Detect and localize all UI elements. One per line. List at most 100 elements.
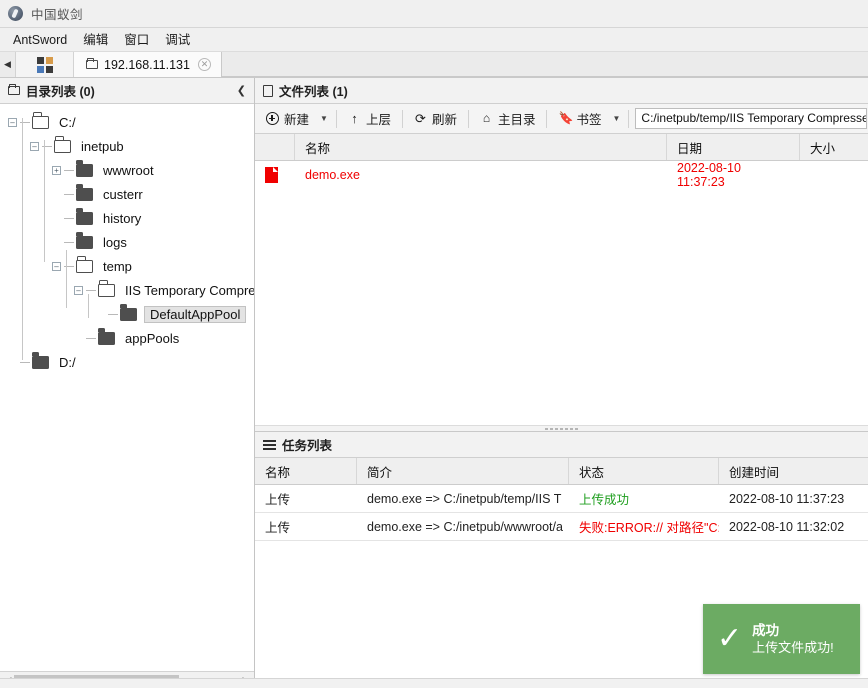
task-col-created[interactable]: 创建时间	[719, 458, 868, 484]
tree-node[interactable]: – IIS Temporary Compressed	[0, 278, 254, 302]
chevron-left-icon[interactable]: ❮	[237, 84, 246, 97]
tree-connector	[44, 140, 45, 262]
file-col-icon[interactable]	[255, 134, 295, 160]
folder-icon	[86, 57, 98, 69]
tree-node-label: appPools	[125, 330, 180, 346]
panel-splitter[interactable]	[255, 425, 868, 432]
task-list-column-headers: 名称 简介 状态 创建时间	[255, 458, 868, 485]
task-status-cell: 失败:ERROR:// 对路径"C:	[579, 521, 719, 535]
arrow-up-icon: ↑	[351, 111, 358, 126]
table-row[interactable]: 上传 demo.exe => C:/inetpub/wwwroot/a 失败:ERR…	[255, 513, 868, 541]
tree-connector	[64, 193, 74, 195]
task-col-summary[interactable]: 简介	[357, 458, 569, 484]
task-col-status[interactable]: 状态	[569, 458, 719, 484]
collapse-icon[interactable]: –	[52, 261, 61, 271]
file-list-rows[interactable]: demo.exe 2022-08-10 11:37:23	[255, 161, 868, 425]
tree-toggle-placeholder	[52, 190, 61, 199]
tree-node-label: D:/	[59, 354, 76, 370]
task-created-cell: 2022-08-10 11:32:02	[729, 519, 845, 534]
tree-node[interactable]: D:/	[0, 350, 254, 374]
path-input[interactable]: C:/inetpub/temp/IIS Temporary Compressed	[635, 108, 867, 129]
menu-item-window[interactable]: 窗口	[116, 30, 157, 50]
tree-node[interactable]: – inetpub	[0, 134, 254, 158]
tab-bar-empty-area	[221, 52, 868, 77]
close-icon[interactable]: ✕	[197, 58, 211, 71]
task-list-header: 任务列表	[255, 432, 868, 458]
tree-node-label: history	[103, 210, 142, 226]
toolbar-divider	[628, 109, 630, 128]
folder-icon	[8, 83, 20, 95]
new-dropdown-caret-icon[interactable]: ▼	[318, 107, 334, 131]
tab-192-168-11-131[interactable]: 192.168.11.131 ✕	[74, 52, 222, 77]
right-pane: 文件列表 (1) 新建 ▼ ↑ 上层 ⟳ 刷新 ⌂ 主目录 🔖 书签 ▼ C:/…	[255, 78, 868, 688]
toast-message: 上传文件成功!	[752, 640, 834, 655]
folder-icon	[120, 303, 137, 321]
tree-node[interactable]: – temp	[0, 254, 254, 278]
menu-item-debug[interactable]: 调试	[157, 30, 198, 50]
directory-tree-title: 目录列表 (0)	[26, 85, 95, 99]
task-name-cell: 上传	[265, 493, 291, 507]
file-col-size[interactable]: 大小	[800, 134, 868, 160]
tree-node[interactable]: logs	[0, 230, 254, 254]
toolbar-divider	[335, 109, 337, 128]
collapse-icon[interactable]: –	[74, 285, 83, 295]
menu-item-antsword[interactable]: AntSword	[5, 30, 75, 50]
directory-tree-body[interactable]: – C:/ – inetpub + wwwroot custerr history logs – t…	[0, 104, 254, 671]
home-button-label: 主目录	[497, 113, 536, 127]
tree-node-label: IIS Temporary Compressed	[125, 282, 254, 298]
bookmark-dropdown-caret-icon[interactable]: ▼	[611, 107, 627, 131]
tree-toggle-placeholder	[96, 310, 105, 319]
grid-view-icon[interactable]	[16, 52, 74, 77]
tab-bar: ◀ 192.168.11.131 ✕	[0, 52, 868, 78]
tree-node[interactable]: – C:/	[0, 110, 254, 134]
exe-file-icon	[265, 167, 278, 183]
collapse-icon[interactable]: –	[8, 117, 17, 127]
file-date-cell: 2022-08-10 11:37:23	[677, 161, 741, 189]
table-row[interactable]: 上传 demo.exe => C:/inetpub/temp/IIS T 上传成功 2…	[255, 485, 868, 513]
tab-scroll-left-button[interactable]: ◀	[0, 52, 16, 77]
folder-open-icon	[32, 112, 49, 129]
folder-icon	[98, 327, 115, 345]
task-col-name[interactable]: 名称	[255, 458, 357, 484]
tree-node[interactable]: + wwwroot	[0, 158, 254, 182]
refresh-button[interactable]: ⟳ 刷新	[405, 107, 466, 131]
tree-node[interactable]: DefaultAppPool	[0, 302, 254, 326]
directory-tree-header: 目录列表 (0) ❮	[0, 78, 254, 104]
task-list-title: 任务列表	[282, 439, 333, 453]
expand-icon[interactable]: +	[52, 165, 61, 175]
toolbar-divider	[546, 109, 548, 128]
folder-open-icon	[54, 136, 71, 153]
file-col-name[interactable]: 名称	[295, 134, 667, 160]
task-list-icon	[263, 439, 276, 450]
success-toast[interactable]: ✓ 成功 上传文件成功!	[703, 604, 860, 674]
menu-item-edit[interactable]: 编辑	[75, 30, 116, 50]
menu-bar: AntSword 编辑 窗口 调试	[0, 28, 868, 52]
window-title: 中国蚁剑	[31, 8, 84, 22]
tree-connector	[64, 217, 74, 219]
bookmark-button-label: 书签	[576, 113, 602, 127]
collapse-icon[interactable]: –	[30, 141, 39, 151]
file-list-title: 文件列表 (1)	[279, 85, 348, 99]
up-button[interactable]: ↑ 上层	[339, 107, 400, 131]
file-size-cell	[800, 161, 868, 189]
folder-icon	[76, 159, 93, 177]
table-row[interactable]: demo.exe 2022-08-10 11:37:23	[255, 161, 868, 189]
tree-node-label: inetpub	[81, 138, 124, 154]
tree-connector	[86, 337, 96, 339]
tree-connector	[20, 361, 30, 363]
tree-toggle-placeholder	[52, 214, 61, 223]
new-button-label: 新建	[284, 113, 310, 127]
tree-connector	[22, 118, 23, 360]
folder-open-icon	[98, 280, 115, 297]
tree-node[interactable]: appPools	[0, 326, 254, 350]
tree-connector	[88, 294, 89, 318]
tree-node[interactable]: history	[0, 206, 254, 230]
home-button[interactable]: ⌂ 主目录	[471, 107, 545, 131]
folder-icon	[76, 183, 93, 201]
toolbar-divider	[467, 109, 469, 128]
file-col-date[interactable]: 日期	[667, 134, 800, 160]
tree-node[interactable]: custerr	[0, 182, 254, 206]
bookmark-button[interactable]: 🔖 书签	[549, 107, 610, 131]
status-bar	[0, 678, 868, 688]
new-button[interactable]: 新建	[257, 107, 318, 131]
